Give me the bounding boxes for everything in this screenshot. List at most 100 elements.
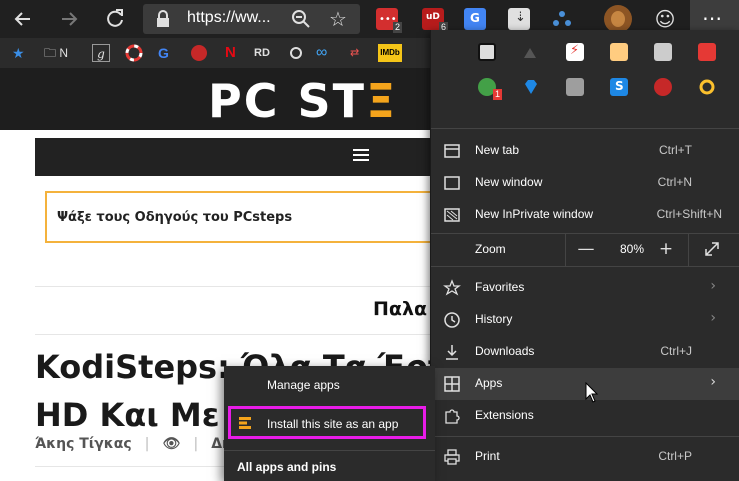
byline-author[interactable]: Άκης Τίγκας <box>35 436 132 452</box>
extension-ublock-icon[interactable]: uD 6 <box>422 8 448 33</box>
extension-network-icon[interactable] <box>551 8 573 30</box>
zoom-level: 80% <box>620 242 645 256</box>
menu-print[interactable]: Print Ctrl+P <box>431 441 739 473</box>
folder-icon: 🗀 <box>44 46 57 60</box>
menu-extensions[interactable]: Extensions <box>431 400 739 432</box>
forward-icon[interactable] <box>56 6 82 32</box>
submenu-manage-apps[interactable]: Manage apps <box>267 378 340 392</box>
red-globe-icon[interactable] <box>190 44 208 62</box>
smiley-icon[interactable]: ☺ <box>652 6 678 32</box>
menu-shortcut: Ctrl+T <box>659 143 692 157</box>
netflix-icon[interactable]: N <box>225 44 236 62</box>
imdb-icon[interactable]: IMDb <box>378 44 402 62</box>
menu-label: Print <box>475 449 500 463</box>
circle-icon[interactable] <box>288 44 304 62</box>
extensions-puzzle-icon <box>443 407 461 425</box>
favorite-label: N <box>59 46 69 60</box>
ext-face-icon[interactable] <box>610 43 628 61</box>
chevron-right-icon: › <box>710 374 716 390</box>
extension-red-dots-icon[interactable]: ••• 2 <box>376 8 402 33</box>
ext-green-circle-icon[interactable]: 1 <box>478 78 502 100</box>
ext-mountain-icon[interactable] <box>522 43 540 61</box>
extension-badge: 1 <box>492 89 502 100</box>
menu-label: New InPrivate window <box>475 207 594 221</box>
logo-main-text: PC ST <box>208 74 366 128</box>
favorites-folder[interactable]: 🗀 N <box>44 44 68 62</box>
menu-shortcut: Ctrl+N <box>657 175 692 189</box>
g-italic-icon[interactable]: g <box>92 44 110 62</box>
menu-label: Favorites <box>475 280 525 294</box>
section-title: Παλα <box>373 298 428 320</box>
submenu-install-site-as-app[interactable]: Install this site as an app <box>267 417 398 431</box>
lock-icon[interactable] <box>155 10 171 32</box>
site-search-box[interactable]: Ψάξε τους Οδηγούς του PCsteps <box>45 191 435 243</box>
extension-translate-icon[interactable]: G <box>464 8 486 30</box>
menu-history[interactable]: History › <box>431 304 739 336</box>
menu-favorites[interactable]: Favorites › <box>431 272 739 304</box>
menu-new-tab[interactable]: New tab Ctrl+T <box>431 135 739 167</box>
divider <box>35 334 435 335</box>
ext-pdf-icon[interactable]: ⚡ <box>566 43 584 61</box>
rd-icon[interactable]: RD <box>254 44 270 62</box>
search-prompt: Ψάξε τους Οδηγούς του PCsteps <box>57 210 293 225</box>
menu-label: Extensions <box>475 408 534 422</box>
ext-s-icon[interactable]: S <box>610 78 628 96</box>
menu-new-inprivate-window[interactable]: New InPrivate window Ctrl+Shift+N <box>431 199 739 231</box>
menu-shortcut: Ctrl+J <box>660 344 692 358</box>
download-icon <box>443 343 461 361</box>
eye-icon: 👁 <box>162 436 181 452</box>
ellipsis-icon: ⋯ <box>702 6 722 30</box>
menu-separator <box>431 266 739 267</box>
ext-window-icon[interactable] <box>478 43 496 61</box>
star-icon[interactable]: ★ <box>12 44 25 62</box>
apps-submenu: Manage apps Install this site as an app … <box>224 366 435 481</box>
divider <box>688 233 689 266</box>
menu-separator <box>224 450 435 451</box>
new-window-icon <box>443 174 461 192</box>
infinity-icon[interactable]: ∞ <box>316 44 327 62</box>
mouse-cursor-icon <box>585 381 599 404</box>
arrows-icon[interactable]: ⇄ <box>350 44 359 62</box>
menu-separator <box>431 436 739 437</box>
history-icon <box>443 311 461 329</box>
menu-label: Downloads <box>475 344 535 358</box>
menu-label: Zoom <box>475 242 506 256</box>
menu-label: Apps <box>475 376 503 390</box>
browser-main-menu: ⚡ 1 S New tab Ctrl+T New window Ctrl+N N… <box>430 30 739 481</box>
ext-yellow-circle-icon[interactable] <box>698 78 716 96</box>
menu-shortcut: Ctrl+P <box>658 449 692 463</box>
new-tab-icon <box>443 142 461 160</box>
zoom-icon[interactable] <box>288 6 314 32</box>
ext-red-tools-icon[interactable] <box>654 78 672 96</box>
address-url[interactable]: https://ww... <box>187 9 271 27</box>
apps-grid-icon <box>443 375 461 393</box>
favorite-star-icon[interactable]: ☆ <box>325 6 351 32</box>
menu-shortcut: Ctrl+Shift+N <box>656 207 722 221</box>
zoom-controls: — 80% + <box>565 233 739 266</box>
refresh-icon[interactable] <box>102 6 128 32</box>
chevron-right-icon: › <box>710 278 716 294</box>
submenu-all-apps-header: All apps and pins <box>237 460 337 474</box>
menu-new-window[interactable]: New window Ctrl+N <box>431 167 739 199</box>
ext-search-icon[interactable] <box>566 78 584 96</box>
hamburger-icon[interactable] <box>353 149 369 164</box>
favorite-label: RD <box>254 47 270 59</box>
google-icon[interactable]: G <box>158 44 169 62</box>
zoom-in-button[interactable]: + <box>656 239 676 259</box>
ext-page-icon[interactable] <box>654 43 672 61</box>
chevron-right-icon: › <box>710 310 716 326</box>
menu-label: History <box>475 312 513 326</box>
zoom-out-button[interactable]: — <box>576 239 596 259</box>
back-icon[interactable] <box>10 6 36 32</box>
fullscreen-icon[interactable] <box>702 239 722 259</box>
menu-downloads[interactable]: Downloads Ctrl+J <box>431 336 739 368</box>
ext-redbox-icon[interactable] <box>698 43 716 61</box>
inprivate-icon <box>443 206 461 224</box>
ext-diamond-icon[interactable] <box>522 78 540 96</box>
extension-badge: 2 <box>392 22 402 33</box>
site-logo[interactable]: PC STΞ <box>208 74 397 128</box>
extension-zip-icon[interactable]: ⇣ <box>508 8 530 30</box>
profile-avatar[interactable] <box>604 5 632 33</box>
lifebuoy-icon[interactable] <box>125 44 143 62</box>
menu-separator <box>431 128 739 129</box>
